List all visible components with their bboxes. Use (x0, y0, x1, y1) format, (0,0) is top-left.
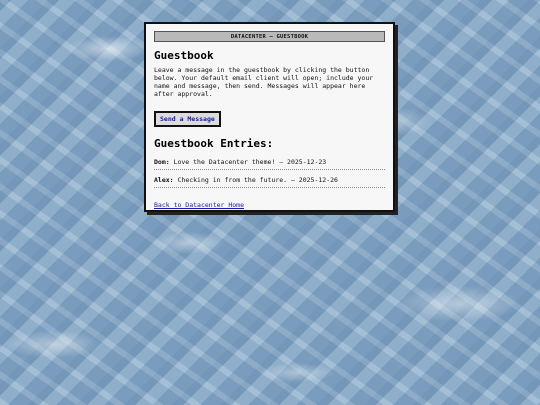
intro-text: Leave a message in the guestbook by clic… (154, 66, 374, 98)
page-title: Guestbook (154, 49, 214, 62)
entry-message: Love the Datacenter theme! — 2025-12-23 (169, 158, 327, 166)
entry-author: Dom: (154, 158, 170, 166)
entry-message: Checking in from the future. — 2025-12-2… (173, 176, 338, 184)
entries-heading: Guestbook Entries: (154, 137, 274, 150)
list-item: Dom: Love the Datacenter theme! — 2025-1… (154, 156, 385, 170)
window-title: DATACENTER — GUESTBOOK (230, 33, 309, 40)
home-link[interactable]: Back to Datacenter Home (154, 201, 244, 209)
window-titlebar: DATACENTER — GUESTBOOK (154, 31, 385, 42)
entry-author: Alex: (154, 176, 174, 184)
list-item: Alex: Checking in from the future. — 202… (154, 174, 385, 188)
guestbook-window: DATACENTER — GUESTBOOK Guestbook Leave a… (144, 22, 395, 212)
send-message-button[interactable]: Send a Message (154, 111, 221, 127)
